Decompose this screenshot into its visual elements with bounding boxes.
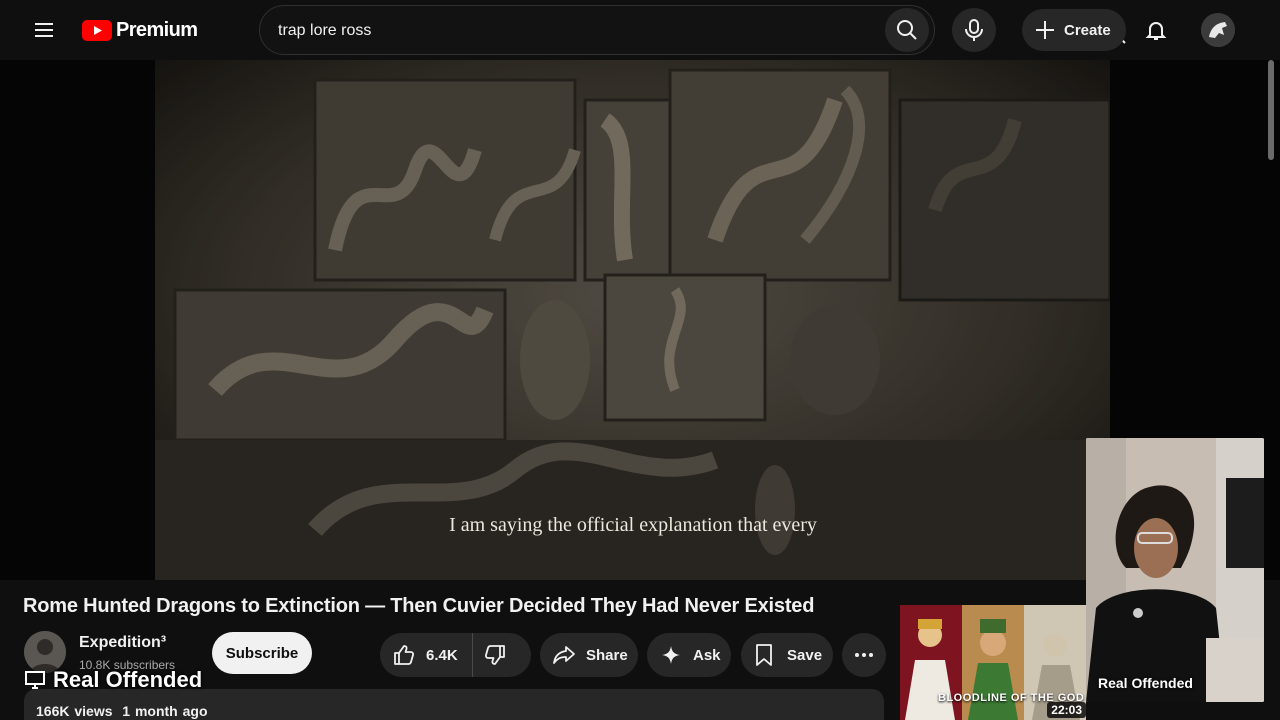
mic-icon xyxy=(965,19,983,41)
dislike-button[interactable] xyxy=(473,633,507,677)
overlay-label-text: Real Offended xyxy=(53,667,203,692)
webcam-overlay: Real Offended xyxy=(1086,438,1264,702)
search-button[interactable] xyxy=(885,8,929,52)
like-icon xyxy=(394,645,415,665)
share-button[interactable]: Share xyxy=(540,633,638,677)
save-label: Save xyxy=(787,646,823,664)
notifications-button[interactable] xyxy=(1136,10,1176,50)
view-count: 166K views xyxy=(36,703,113,719)
dislike-icon xyxy=(484,645,505,665)
plus-icon xyxy=(1036,21,1054,39)
upload-age: 1 month ago xyxy=(122,703,208,719)
ask-label: Ask xyxy=(693,646,721,664)
masthead: Premium Create xyxy=(0,0,1280,60)
share-icon xyxy=(553,646,575,664)
bell-icon xyxy=(1145,22,1167,40)
channel-name[interactable]: Expedition³ xyxy=(79,634,166,652)
save-button[interactable]: Save xyxy=(741,633,833,677)
subscribe-button[interactable]: Subscribe xyxy=(212,632,312,674)
suggested-video-thumbnail[interactable]: BLOODLINE OF THE GOD 22:03 xyxy=(900,605,1086,720)
share-label: Share xyxy=(586,646,628,664)
like-count: 6.4K xyxy=(426,646,458,664)
ask-button[interactable]: Ask xyxy=(647,633,731,677)
voice-search-button[interactable] xyxy=(952,8,996,52)
overlay-label: Real Offended xyxy=(25,667,202,693)
like-button[interactable]: 6.4K xyxy=(380,633,473,677)
video-frame[interactable] xyxy=(155,60,1110,580)
monitor-icon xyxy=(25,671,45,689)
sparkle-icon xyxy=(662,646,680,664)
more-icon xyxy=(855,653,873,657)
like-dislike-group: 6.4K xyxy=(380,633,531,677)
video-caption: I am saying the official explanation tha… xyxy=(449,514,817,536)
menu-icon xyxy=(35,23,53,37)
more-actions-button[interactable] xyxy=(842,633,886,677)
video-meta: 166K views 1 month ago xyxy=(36,703,208,719)
create-button[interactable]: Create xyxy=(1022,9,1126,51)
video-content-image xyxy=(155,60,1110,580)
search-icon xyxy=(897,20,917,40)
search-input[interactable] xyxy=(278,19,838,43)
account-avatar[interactable] xyxy=(1201,13,1235,47)
page-scrollbar[interactable] xyxy=(1268,60,1274,160)
youtube-premium-logo[interactable]: Premium xyxy=(82,18,198,42)
search-box xyxy=(259,5,1126,55)
youtube-logo-icon xyxy=(82,19,112,41)
video-title: Rome Hunted Dragons to Extinction — Then… xyxy=(23,595,815,617)
webcam-image xyxy=(1086,438,1264,702)
avatar-icon xyxy=(1201,13,1235,47)
create-label: Create xyxy=(1064,21,1111,39)
menu-button[interactable] xyxy=(24,10,64,50)
logo-text: Premium xyxy=(116,18,198,41)
bookmark-icon xyxy=(756,644,772,666)
webcam-label: Real Offended xyxy=(1098,675,1193,691)
video-duration: 22:03 xyxy=(1047,702,1086,718)
